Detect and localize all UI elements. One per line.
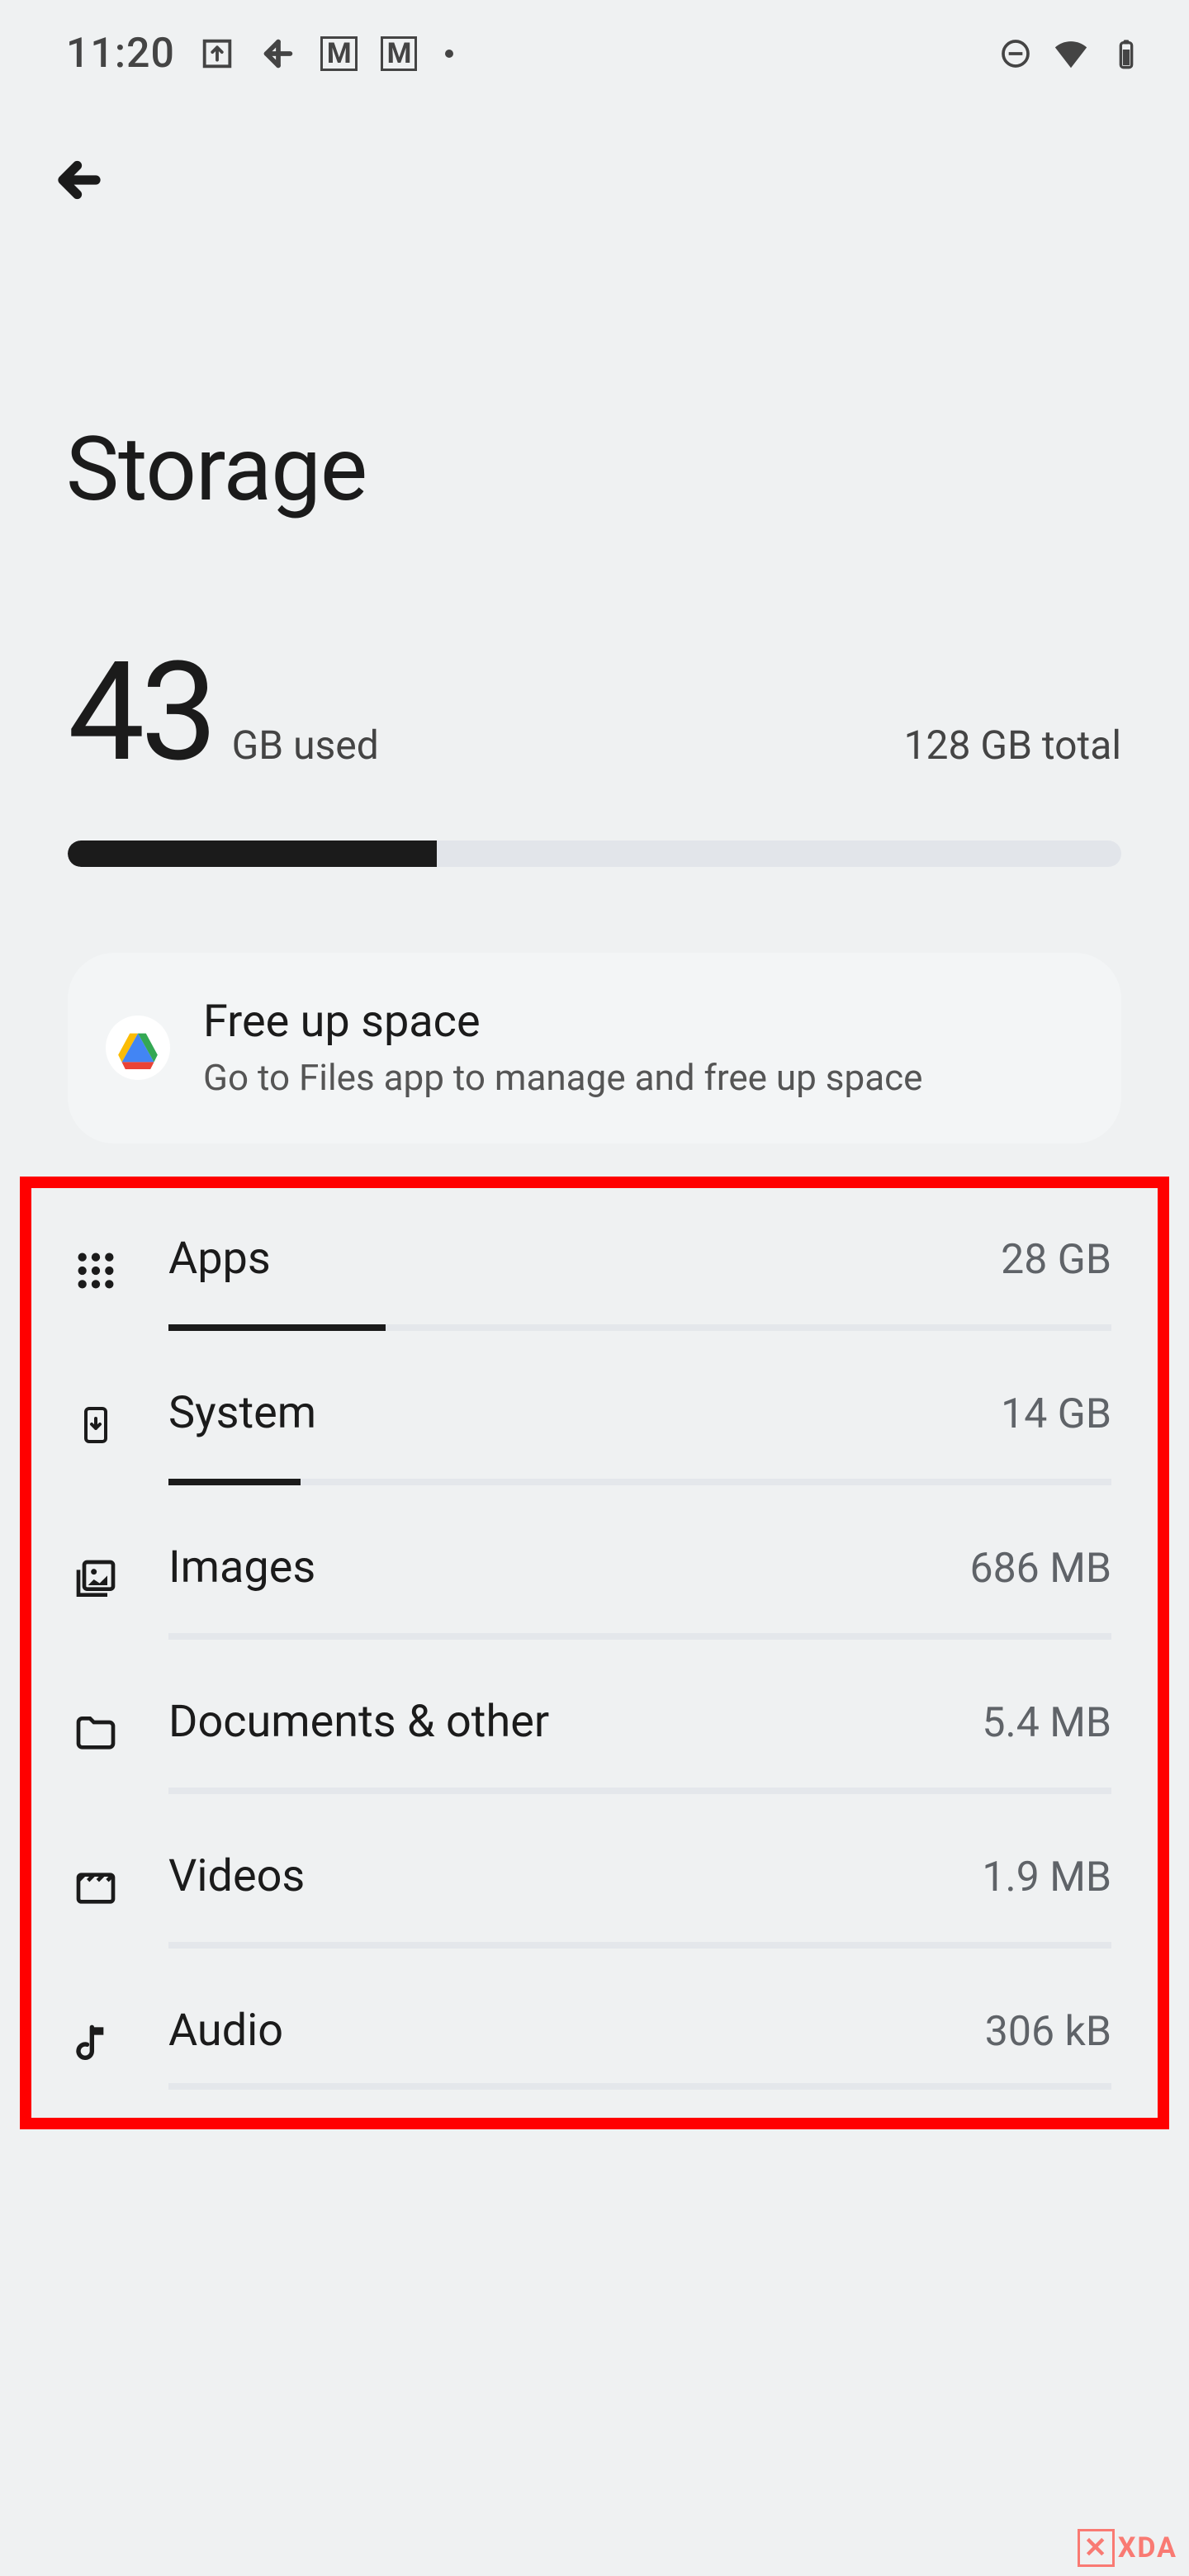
arrow-left-icon — [54, 155, 104, 205]
watermark: ✕XDA — [1078, 2531, 1177, 2564]
category-bar — [168, 2083, 1111, 2090]
category-apps[interactable]: Apps 28 GB — [31, 1205, 1158, 1359]
share-icon — [198, 35, 236, 73]
category-audio[interactable]: Audio 306 kB — [31, 1977, 1158, 2118]
images-icon — [69, 1553, 122, 1606]
category-system[interactable]: System 14 GB — [31, 1359, 1158, 1513]
category-size: 1.9 MB — [982, 1854, 1111, 1901]
storage-used-value: 43 — [68, 632, 214, 793]
storage-summary-bar — [68, 841, 1121, 867]
storage-summary: 43 GB used 128 GB total — [0, 522, 1189, 867]
category-size: 14 GB — [1001, 1390, 1111, 1438]
category-bar — [168, 1942, 1111, 1949]
status-time: 11:20 — [66, 30, 175, 78]
storage-summary-bar-fill — [68, 841, 437, 867]
category-size: 306 kB — [985, 2008, 1111, 2056]
gmail-icon: M — [381, 36, 418, 71]
storage-total: 128 GB total — [904, 722, 1121, 769]
category-documents[interactable]: Documents & other 5.4 MB — [31, 1668, 1158, 1822]
category-bar-fill — [168, 1324, 386, 1331]
system-icon — [69, 1399, 122, 1451]
category-size: 686 MB — [969, 1545, 1111, 1593]
folder-icon — [69, 1707, 122, 1760]
status-left: 11:20 M M — [66, 30, 453, 78]
category-size: 5.4 MB — [982, 1699, 1111, 1747]
category-name: Videos — [168, 1850, 305, 1902]
more-notifications-dot — [445, 50, 453, 58]
category-bar — [168, 1633, 1111, 1640]
category-size: 28 GB — [1001, 1236, 1111, 1284]
videos-icon — [69, 1862, 122, 1915]
category-bar — [168, 1788, 1111, 1794]
categories-highlight-box: Apps 28 GB System 14 GB Im — [20, 1177, 1169, 2129]
storage-summary-text: 43 GB used 128 GB total — [68, 644, 1121, 781]
status-right — [999, 35, 1143, 73]
category-bar — [168, 1479, 1111, 1485]
status-bar: 11:20 M M — [0, 0, 1189, 97]
apps-icon — [69, 1244, 122, 1297]
battery-icon — [1110, 37, 1143, 70]
storage-used-suffix: GB used — [232, 722, 379, 769]
do-not-disturb-icon — [999, 37, 1032, 70]
category-name: Apps — [168, 1233, 271, 1285]
free-up-title: Free up space — [203, 996, 923, 1048]
slack-icon — [259, 35, 297, 73]
category-name: Images — [168, 1541, 315, 1593]
category-bar-fill — [168, 1479, 301, 1485]
wifi-icon — [1052, 35, 1090, 73]
category-bar — [168, 1324, 1111, 1331]
category-images[interactable]: Images 686 MB — [31, 1513, 1158, 1668]
gmail-icon: M — [320, 36, 358, 71]
app-bar — [0, 97, 1189, 213]
category-videos[interactable]: Videos 1.9 MB — [31, 1822, 1158, 1977]
category-name: Audio — [168, 2005, 283, 2057]
back-button[interactable] — [46, 147, 112, 213]
category-name: System — [168, 1387, 316, 1439]
free-up-space-card[interactable]: Free up space Go to Files app to manage … — [68, 953, 1121, 1144]
category-name: Documents & other — [168, 1696, 549, 1748]
page-title: Storage — [0, 213, 1189, 522]
files-app-icon — [106, 1016, 170, 1080]
free-up-subtitle: Go to Files app to manage and free up sp… — [203, 1056, 923, 1099]
audio-icon — [69, 2016, 122, 2069]
